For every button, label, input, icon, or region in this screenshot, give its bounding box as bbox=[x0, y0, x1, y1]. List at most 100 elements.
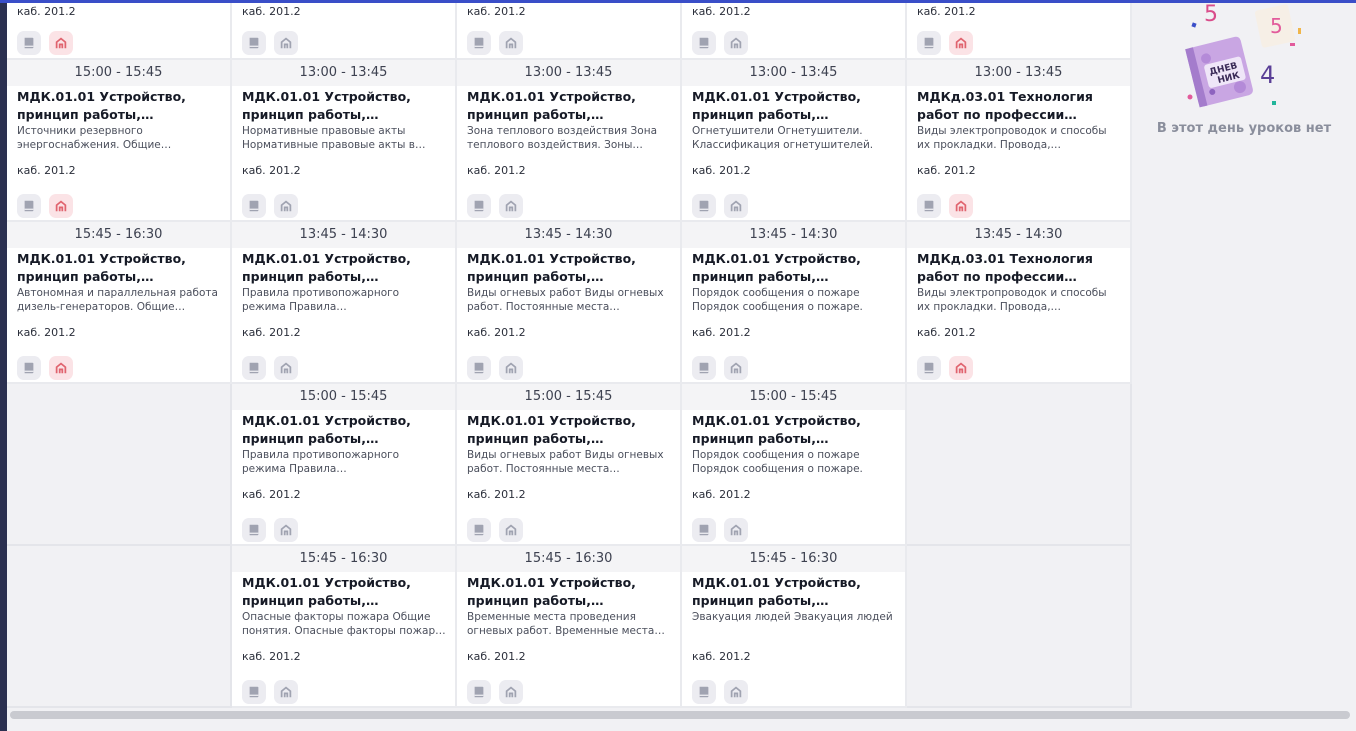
lesson-subject: МДК.01.01 Устройство, принцип работы, те… bbox=[467, 251, 636, 284]
lesson-topic: Опасные факторы пожара Общие понятия. Оп… bbox=[242, 611, 445, 637]
lesson-room: каб. 201.2 bbox=[242, 488, 301, 501]
home-icon[interactable] bbox=[499, 194, 523, 218]
digit-label: 5 bbox=[1270, 14, 1283, 38]
book-icon[interactable] bbox=[467, 356, 491, 380]
lesson-actions bbox=[917, 356, 973, 380]
lesson-card[interactable]: 15:45 - 16:30 МДК.01.01 Устройство, принц… bbox=[232, 546, 457, 708]
lesson-room: каб. 201.2 bbox=[242, 326, 301, 339]
book-icon[interactable] bbox=[242, 680, 266, 704]
lesson-time: 15:45 - 16:30 bbox=[7, 222, 230, 248]
lesson-topic: Правила противопожарного режима Правила … bbox=[242, 449, 400, 475]
home-icon[interactable] bbox=[949, 31, 973, 55]
lesson-actions bbox=[917, 31, 973, 55]
lesson-card[interactable]: 15:45 - 16:30 МДК.01.01 Устройство, принц… bbox=[457, 546, 682, 708]
book-icon[interactable] bbox=[692, 194, 716, 218]
book-icon[interactable] bbox=[242, 356, 266, 380]
lesson-card-partial[interactable]: каб. 201.2 bbox=[682, 3, 907, 60]
home-icon[interactable] bbox=[724, 194, 748, 218]
lesson-card[interactable]: 13:00 - 13:45 МДКд.03.01 Технология работ… bbox=[907, 60, 1132, 222]
book-icon[interactable] bbox=[467, 31, 491, 55]
lesson-topic: Нормативные правовые акты Нормативные пр… bbox=[242, 125, 415, 151]
lesson-card-partial[interactable]: каб. 201.2 bbox=[7, 3, 232, 60]
home-icon[interactable] bbox=[724, 518, 748, 542]
lesson-room: каб. 201.2 bbox=[917, 164, 976, 177]
lesson-subject: МДКд.03.01 Технология работ по профессии… bbox=[917, 251, 1093, 284]
lesson-card[interactable]: 13:45 - 14:30 МДК.01.01 Устройство, принц… bbox=[457, 222, 682, 384]
home-icon[interactable] bbox=[274, 31, 298, 55]
home-icon[interactable] bbox=[949, 356, 973, 380]
book-icon[interactable] bbox=[692, 356, 716, 380]
book-icon[interactable] bbox=[17, 356, 41, 380]
home-icon[interactable] bbox=[499, 356, 523, 380]
lesson-topic: Источники резервного энергоснабжения. Об… bbox=[17, 125, 161, 151]
lesson-room: каб. 201.2 bbox=[692, 5, 751, 18]
lesson-card-partial[interactable]: каб. 201.2 bbox=[907, 3, 1132, 60]
home-icon[interactable] bbox=[724, 356, 748, 380]
book-icon[interactable] bbox=[242, 31, 266, 55]
horizontal-scrollbar[interactable] bbox=[10, 711, 1350, 719]
lesson-card[interactable]: 13:00 - 13:45 МДК.01.01 Устройство, принц… bbox=[457, 60, 682, 222]
lesson-time: 13:00 - 13:45 bbox=[682, 60, 905, 86]
lesson-time: 13:45 - 14:30 bbox=[907, 222, 1130, 248]
lesson-card[interactable]: 15:00 - 15:45 МДК.01.01 Устройство, принц… bbox=[457, 384, 682, 546]
lesson-topic: Автономная и параллельная работа дизель-… bbox=[17, 287, 218, 313]
book-icon[interactable] bbox=[467, 194, 491, 218]
book-icon[interactable] bbox=[917, 356, 941, 380]
home-icon[interactable] bbox=[49, 31, 73, 55]
book-icon[interactable] bbox=[242, 194, 266, 218]
lesson-card[interactable]: 15:45 - 16:30 МДК.01.01 Устройство, принц… bbox=[682, 546, 907, 708]
lesson-room: каб. 201.2 bbox=[467, 488, 526, 501]
lesson-subject: МДК.01.01 Устройство, принцип работы, те… bbox=[242, 251, 411, 284]
lesson-topic: Временные места проведения огневых работ… bbox=[467, 611, 655, 637]
lesson-card[interactable]: 13:00 - 13:45 МДК.01.01 Устройство, принц… bbox=[232, 60, 457, 222]
book-icon[interactable] bbox=[242, 518, 266, 542]
book-icon[interactable] bbox=[692, 680, 716, 704]
lesson-card[interactable]: 15:45 - 16:30 МДК.01.01 Устройство, принц… bbox=[7, 222, 232, 384]
home-icon[interactable] bbox=[274, 680, 298, 704]
lesson-topic: Порядок сообщения о пожаре Порядок сообщ… bbox=[692, 449, 863, 475]
lesson-actions bbox=[242, 194, 298, 218]
lesson-subject: МДК.01.01 Устройство, принцип работы, те… bbox=[242, 89, 411, 122]
book-icon[interactable] bbox=[17, 31, 41, 55]
book-icon[interactable] bbox=[692, 518, 716, 542]
lesson-card[interactable]: 13:00 - 13:45 МДК.01.01 Устройство, принц… bbox=[682, 60, 907, 222]
lesson-subject: МДК.01.01 Устройство, принцип работы, те… bbox=[467, 413, 636, 446]
home-icon[interactable] bbox=[499, 680, 523, 704]
home-icon[interactable] bbox=[49, 356, 73, 380]
lesson-card[interactable]: 15:00 - 15:45 МДК.01.01 Устройство, принц… bbox=[7, 60, 232, 222]
lesson-room: каб. 201.2 bbox=[467, 164, 526, 177]
home-icon[interactable] bbox=[499, 518, 523, 542]
book-icon[interactable] bbox=[17, 194, 41, 218]
book-icon[interactable] bbox=[467, 518, 491, 542]
lesson-actions bbox=[467, 680, 523, 704]
book-icon[interactable] bbox=[917, 194, 941, 218]
home-icon[interactable] bbox=[724, 31, 748, 55]
home-icon[interactable] bbox=[49, 194, 73, 218]
lesson-card[interactable]: 13:45 - 14:30 МДК.01.01 Устройство, принц… bbox=[232, 222, 457, 384]
book-icon[interactable] bbox=[692, 31, 716, 55]
home-icon[interactable] bbox=[499, 31, 523, 55]
lesson-topic: Эвакуация людей Эвакуация людей bbox=[692, 611, 893, 623]
lesson-card-partial[interactable]: каб. 201.2 bbox=[457, 3, 682, 60]
lesson-card[interactable]: 13:45 - 14:30 МДКд.03.01 Технология работ… bbox=[907, 222, 1132, 384]
schedule-grid: каб. 201.2 каб. 201.2 каб. 201.2 каб. 201.2… bbox=[7, 3, 1132, 708]
lesson-actions bbox=[692, 680, 748, 704]
home-icon[interactable] bbox=[949, 194, 973, 218]
lesson-time: 13:45 - 14:30 bbox=[457, 222, 680, 248]
home-icon[interactable] bbox=[274, 356, 298, 380]
lesson-card[interactable]: 13:45 - 14:30 МДК.01.01 Устройство, принц… bbox=[682, 222, 907, 384]
book-icon[interactable] bbox=[467, 680, 491, 704]
home-icon[interactable] bbox=[724, 680, 748, 704]
lesson-card[interactable]: 15:00 - 15:45 МДК.01.01 Устройство, принц… bbox=[232, 384, 457, 546]
lesson-card-partial[interactable]: каб. 201.2 bbox=[232, 3, 457, 60]
lesson-actions bbox=[467, 194, 523, 218]
lesson-card[interactable]: 15:00 - 15:45 МДК.01.01 Устройство, принц… bbox=[682, 384, 907, 546]
lesson-actions bbox=[467, 356, 523, 380]
lesson-room: каб. 201.2 bbox=[467, 5, 526, 18]
home-icon[interactable] bbox=[274, 194, 298, 218]
lesson-room: каб. 201.2 bbox=[17, 5, 76, 18]
lesson-actions bbox=[692, 518, 748, 542]
home-icon[interactable] bbox=[274, 518, 298, 542]
empty-day-panel: 5 5 ДНЕВ НИК 4 В этот день уроков нет bbox=[1132, 3, 1356, 708]
book-icon[interactable] bbox=[917, 31, 941, 55]
